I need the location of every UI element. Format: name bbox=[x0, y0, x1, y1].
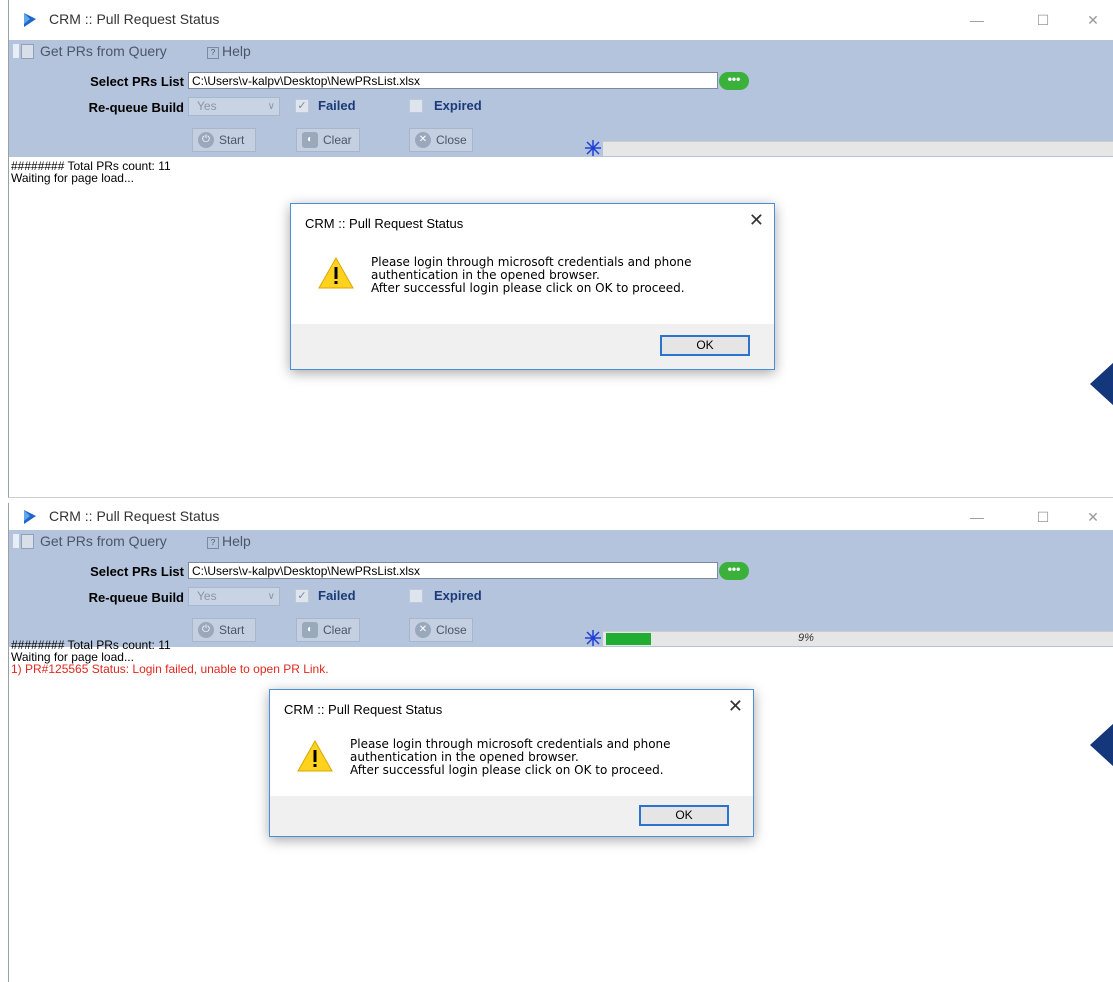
progress-bar bbox=[603, 141, 1113, 156]
menu-help[interactable]: ? Help bbox=[207, 533, 251, 549]
clear-button-label: Clear bbox=[323, 133, 352, 147]
ok-button[interactable]: OK bbox=[639, 805, 729, 826]
query-icon bbox=[21, 44, 34, 59]
warning-icon bbox=[318, 257, 354, 289]
dialog-footer: OK bbox=[291, 324, 774, 369]
warning-icon bbox=[297, 740, 333, 772]
failed-label: Failed bbox=[318, 588, 356, 603]
log-output: ######## Total PRs count: 11 Waiting for… bbox=[11, 639, 329, 675]
prs-list-path-input[interactable]: C:\Users\v-kalpv\Desktop\NewPRsList.xlsx bbox=[188, 72, 718, 89]
dialog-title: CRM :: Pull Request Status bbox=[305, 216, 464, 231]
expired-checkbox[interactable] bbox=[409, 99, 423, 113]
menu-help-label: Help bbox=[222, 533, 251, 549]
maximize-button[interactable]: ☐ bbox=[1020, 503, 1066, 531]
spinner-icon bbox=[585, 140, 601, 156]
tool-panel: Select PRs List C:\Users\v-kalpv\Desktop… bbox=[9, 552, 1113, 647]
requeue-build-select[interactable]: Yes ∨ bbox=[188, 97, 280, 116]
progress-percent: 9% bbox=[798, 632, 814, 644]
login-dialog: CRM :: Pull Request Status ✕ Please logi… bbox=[269, 689, 754, 837]
dialog-message: Please login through microsoft credentia… bbox=[350, 738, 671, 777]
failed-checkbox[interactable]: ✓ bbox=[295, 99, 309, 113]
dynamics-logo-icon bbox=[24, 13, 36, 27]
minimize-button[interactable]: — bbox=[954, 6, 1000, 34]
menu-help-label: Help bbox=[222, 43, 251, 59]
dialog-close-button[interactable]: ✕ bbox=[749, 210, 764, 231]
clear-button[interactable]: ◐ Clear bbox=[296, 128, 360, 152]
select-prs-label: Select PRs List bbox=[90, 74, 184, 89]
maximize-button[interactable]: ☐ bbox=[1020, 6, 1066, 34]
help-icon: ? bbox=[207, 47, 219, 59]
close-button[interactable]: ✕ Close bbox=[409, 128, 473, 152]
chevron-down-icon: ∨ bbox=[267, 591, 275, 602]
browse-button[interactable]: ••• bbox=[719, 562, 749, 580]
expired-checkbox[interactable] bbox=[409, 589, 423, 603]
start-button[interactable]: ⏻ Start bbox=[192, 128, 256, 152]
power-icon: ⏻ bbox=[198, 132, 214, 148]
query-icon bbox=[21, 534, 34, 549]
progress-bar: 9% bbox=[603, 631, 1113, 646]
requeue-build-value: Yes bbox=[197, 589, 217, 603]
requeue-build-select[interactable]: Yes ∨ bbox=[188, 587, 280, 606]
dynamics-logo-icon bbox=[24, 510, 36, 524]
expired-label: Expired bbox=[434, 588, 482, 603]
background-arrow-shape bbox=[1090, 362, 1113, 406]
menu-get-prs-from-query[interactable]: Get PRs from Query bbox=[40, 533, 167, 549]
title-bar: CRM :: Pull Request Status — ☐ ✕ bbox=[9, 503, 1113, 530]
chevron-down-icon: ∨ bbox=[267, 101, 275, 112]
clear-button-label: Clear bbox=[323, 623, 352, 637]
dialog-footer: OK bbox=[270, 796, 753, 836]
progress-fill bbox=[606, 633, 651, 645]
failed-label: Failed bbox=[318, 98, 356, 113]
tool-panel: Select PRs List C:\Users\v-kalpv\Desktop… bbox=[9, 62, 1113, 157]
login-dialog: CRM :: Pull Request Status ✕ Please logi… bbox=[290, 203, 775, 370]
browse-button[interactable]: ••• bbox=[719, 72, 749, 90]
failed-checkbox[interactable]: ✓ bbox=[295, 589, 309, 603]
close-icon: ✕ bbox=[415, 622, 431, 638]
window-close-button[interactable]: ✕ bbox=[1070, 6, 1113, 34]
menu-grip-icon bbox=[13, 44, 19, 58]
start-button-label: Start bbox=[219, 623, 245, 637]
window-close-button[interactable]: ✕ bbox=[1070, 503, 1113, 531]
select-prs-label: Select PRs List bbox=[90, 564, 184, 579]
dialog-close-button[interactable]: ✕ bbox=[728, 696, 743, 717]
menu-bar: Get PRs from Query ? Help bbox=[9, 40, 1113, 62]
log-line: Waiting for page load... bbox=[11, 171, 134, 185]
dialog-title: CRM :: Pull Request Status bbox=[284, 702, 443, 717]
ok-button[interactable]: OK bbox=[660, 335, 750, 356]
requeue-build-value: Yes bbox=[197, 99, 217, 113]
app-window-1: CRM :: Pull Request Status — ☐ ✕ Get PRs… bbox=[8, 0, 1113, 498]
close-button-label: Close bbox=[436, 133, 467, 147]
clear-icon: ◐ bbox=[302, 132, 318, 148]
app-window-2: CRM :: Pull Request Status — ☐ ✕ Get PRs… bbox=[8, 503, 1113, 982]
title-bar: CRM :: Pull Request Status — ☐ ✕ bbox=[9, 0, 1113, 40]
window-title: CRM :: Pull Request Status bbox=[49, 11, 220, 27]
log-output: ######## Total PRs count: 11 Waiting for… bbox=[11, 160, 171, 184]
log-error-line: 1) PR#125565 Status: Login failed, unabl… bbox=[11, 662, 329, 676]
power-icon: ⏻ bbox=[198, 622, 214, 638]
menu-get-prs-from-query[interactable]: Get PRs from Query bbox=[40, 43, 167, 59]
expired-label: Expired bbox=[434, 98, 482, 113]
requeue-build-label: Re-queue Build bbox=[88, 100, 184, 115]
prs-list-path-input[interactable]: C:\Users\v-kalpv\Desktop\NewPRsList.xlsx bbox=[188, 562, 718, 579]
spinner-icon bbox=[585, 630, 601, 646]
clear-icon: ◐ bbox=[302, 622, 318, 638]
start-button-label: Start bbox=[219, 133, 245, 147]
close-button-label: Close bbox=[436, 623, 467, 637]
dialog-message-line: After successful login please click on O… bbox=[350, 763, 664, 777]
minimize-button[interactable]: — bbox=[954, 503, 1000, 531]
menu-grip-icon bbox=[13, 534, 19, 548]
requeue-build-label: Re-queue Build bbox=[88, 590, 184, 605]
window-title: CRM :: Pull Request Status bbox=[49, 508, 220, 524]
background-arrow-shape bbox=[1090, 723, 1113, 767]
menu-help[interactable]: ? Help bbox=[207, 43, 251, 59]
menu-bar: Get PRs from Query ? Help bbox=[9, 530, 1113, 552]
dialog-message-line: After successful login please click on O… bbox=[371, 281, 685, 295]
close-icon: ✕ bbox=[415, 132, 431, 148]
close-button[interactable]: ✕ Close bbox=[409, 618, 473, 642]
dialog-message: Please login through microsoft credentia… bbox=[371, 256, 692, 295]
help-icon: ? bbox=[207, 537, 219, 549]
